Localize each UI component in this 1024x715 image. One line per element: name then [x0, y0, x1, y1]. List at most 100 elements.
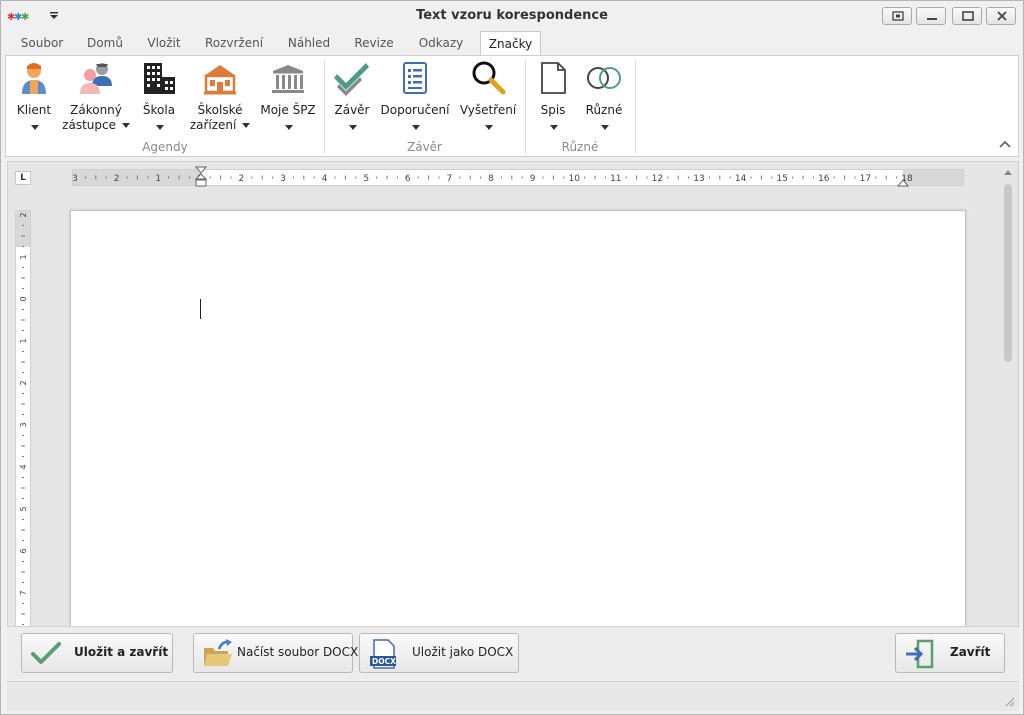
spis-label: Spis	[540, 103, 566, 117]
ruler-tick-label: 9	[530, 174, 536, 184]
ruler-tick-label: 2	[19, 212, 28, 217]
ruler-tick-label: 16	[818, 174, 830, 184]
skola-label: Škola	[142, 103, 176, 117]
ruler-tick-label: 1	[155, 174, 161, 184]
ruler-tick-label: 17	[860, 174, 871, 184]
zakonny-zastupce-button[interactable]: Zákonný zástupce	[62, 60, 130, 138]
right-indent-marker-icon[interactable]	[897, 175, 909, 187]
tab-soubor[interactable]: Soubor	[15, 31, 69, 55]
restore-layout-button[interactable]	[882, 7, 912, 25]
ruler-tick-label: 2	[114, 174, 120, 184]
close-label: Zavřít	[950, 645, 991, 659]
ruler-tick-label: 6	[405, 174, 411, 184]
fullscreen-icon	[892, 11, 904, 21]
save-and-close-button[interactable]: Uložit a zavřít	[21, 633, 173, 673]
skolske-zarizeni-button[interactable]: Školské zařízení	[188, 60, 252, 138]
moje-spz-button[interactable]: Moje ŠPZ	[258, 60, 318, 138]
skolske-label-line2-text: zařízení	[189, 118, 237, 132]
ruler-tick-label: 3	[73, 174, 78, 184]
horizontal-ruler[interactable]: 321123456789101112131415161718	[72, 166, 964, 188]
vertical-ruler[interactable]: 2 1 0 1 2 3 4 5 6 7	[15, 210, 31, 626]
open-folder-icon	[204, 639, 232, 666]
ruler-tick-label: 7	[447, 174, 453, 184]
maximize-button[interactable]	[952, 7, 982, 25]
save-as-docx-button[interactable]: DOCX Uložit jako DOCX	[359, 633, 519, 673]
tab-revize[interactable]: Revize	[347, 31, 401, 55]
document-page[interactable]	[70, 210, 966, 626]
ruler-tick-label: 5	[363, 174, 369, 184]
minimize-button[interactable]	[916, 7, 946, 25]
skola-button[interactable]: Škola	[136, 60, 182, 138]
zaver-button[interactable]: Závěr	[330, 60, 374, 138]
close-button[interactable]: Zavřít	[895, 633, 1005, 673]
ruzne-label: Různé	[585, 103, 623, 117]
ruler-tick-label: 11	[610, 174, 621, 184]
document-editor: L 321123456789101112131415161718 2101234…	[7, 161, 1019, 627]
ruler-tick-label: 1	[19, 338, 28, 343]
vysetreni-button[interactable]: Vyšetření	[456, 60, 520, 138]
skolske-label: Školské zařízení	[188, 103, 252, 133]
vysetreni-label: Vyšetření	[459, 103, 517, 117]
ruler-tick-label: 13	[693, 174, 704, 184]
load-docx-label: Načíst soubor DOCX	[237, 645, 359, 659]
tab-stop-selector[interactable]: L	[15, 171, 31, 185]
spis-button[interactable]: Spis	[532, 60, 574, 138]
chevron-down-icon	[242, 123, 251, 128]
chevron-down-icon	[285, 125, 293, 130]
ruler-tick-label: 0	[19, 296, 28, 301]
legal-representative-icon	[80, 63, 112, 94]
klient-label: Klient	[16, 103, 52, 117]
skolske-label-line2: zařízení	[188, 118, 252, 133]
document-list-icon	[403, 62, 427, 94]
school-building-icon	[144, 63, 175, 94]
zakonny-label-line2-text: zástupce	[62, 118, 116, 132]
minimize-icon	[927, 18, 937, 20]
doporuceni-label: Doporučení	[380, 103, 450, 117]
close-window-button[interactable]	[986, 7, 1016, 25]
chevron-down-icon	[121, 123, 130, 128]
exit-door-icon	[906, 639, 934, 669]
vertical-scrollbar[interactable]	[1001, 166, 1015, 626]
group-label-zaver: Závěr	[407, 140, 442, 154]
zakonny-label: Zákonný zástupce	[62, 103, 130, 133]
tab-nahled[interactable]: Náhled	[281, 31, 337, 55]
collapse-ribbon-icon[interactable]	[998, 138, 1012, 150]
klient-button[interactable]: Klient	[12, 60, 56, 138]
tab-vlozit[interactable]: Vložit	[141, 31, 187, 55]
group-label-agendy: Agendy	[142, 140, 188, 154]
ruler-tick-label: 12	[652, 174, 663, 184]
ribbon-tabs: Soubor Domů Vložit Rozvržení Náhled Revi…	[1, 31, 1023, 56]
ruler-tick-label: 2	[239, 174, 245, 184]
doporuceni-button[interactable]: Doporučení	[380, 60, 450, 138]
blank-page-icon	[541, 62, 566, 94]
tab-odkazy[interactable]: Odkazy	[413, 31, 469, 55]
tab-domu[interactable]: Domů	[81, 31, 129, 55]
school-facility-icon	[204, 65, 236, 95]
ruler-tick-label: 8	[488, 174, 494, 184]
save-as-docx-label: Uložit jako DOCX	[412, 645, 514, 659]
ribbon-panel: Klient Zákonný zástupce Škola Školské za…	[5, 55, 1019, 157]
app-window: ✱ ✱ ✱ Text vzoru korespondence Soubor Do…	[0, 0, 1024, 715]
moje-spz-label: Moje ŠPZ	[260, 103, 316, 117]
docx-file-icon: DOCX	[370, 639, 396, 669]
text-cursor	[200, 299, 201, 319]
ruler-tick-label: 14	[735, 174, 747, 184]
title-bar: ✱ ✱ ✱ Text vzoru korespondence	[1, 1, 1023, 31]
tab-rozvrzeni[interactable]: Rozvržení	[199, 31, 269, 55]
chevron-down-icon	[412, 125, 420, 130]
close-icon	[997, 11, 1007, 21]
chevron-down-icon	[601, 125, 609, 130]
ruler-tick-label: 15	[776, 174, 787, 184]
tab-znacky[interactable]: Značky	[480, 31, 541, 56]
indent-marker-icon[interactable]	[195, 166, 207, 188]
ruler-tick-label: 7	[19, 590, 28, 595]
resize-grip-icon[interactable]	[1003, 695, 1015, 707]
ruzne-button[interactable]: Různé	[580, 60, 628, 138]
load-docx-button[interactable]: Načíst soubor DOCX	[193, 633, 358, 673]
scrollbar-thumb[interactable]	[1004, 184, 1012, 362]
ruler-tick-label: 4	[19, 464, 28, 469]
scroll-up-icon[interactable]	[1004, 170, 1012, 175]
footer-bar: Uložit a zavřít Načíst soubor DOCX DOCX …	[7, 627, 1019, 679]
save-and-close-label: Uložit a zavřít	[74, 645, 169, 659]
ruler-tick-label: 4	[322, 174, 328, 184]
